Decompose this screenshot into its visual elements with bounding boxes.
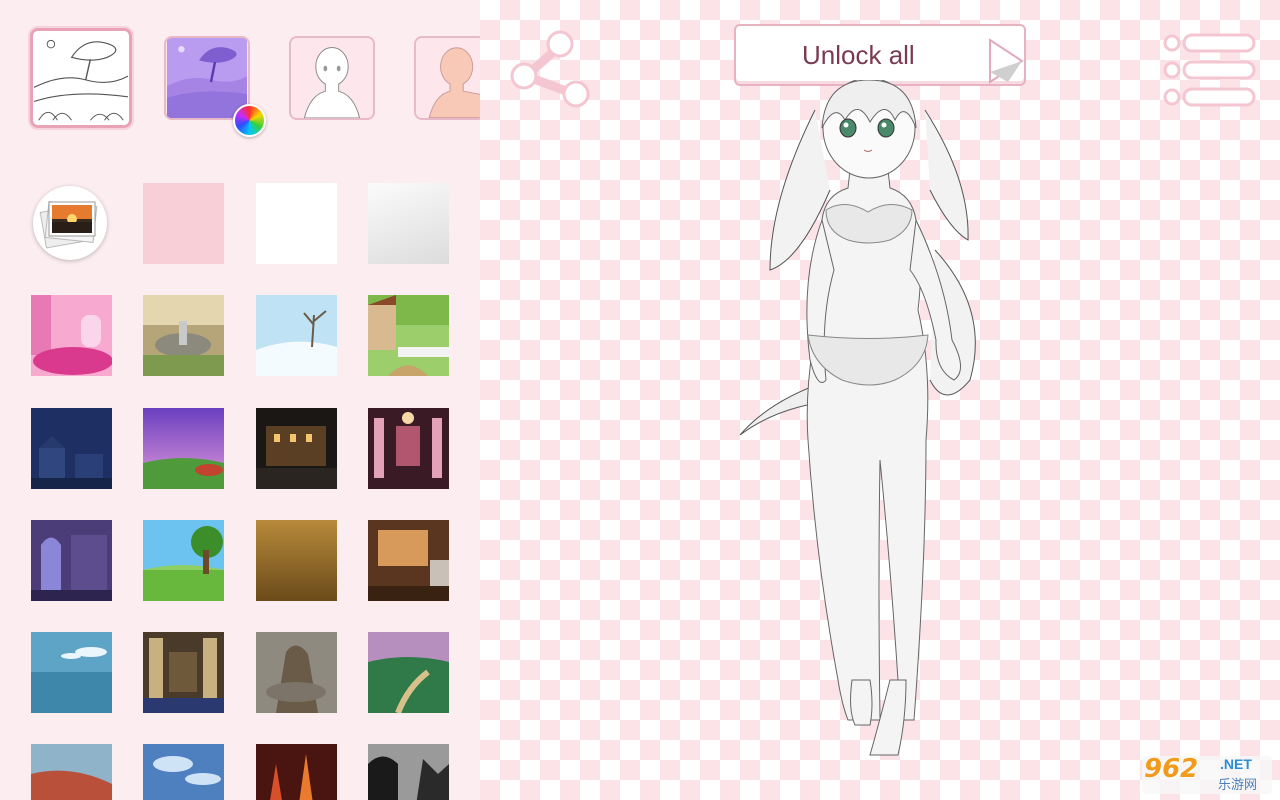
background-tile-stone-ruins[interactable] — [256, 632, 337, 713]
background-tile-blue-sky-clouds[interactable] — [31, 632, 112, 713]
photo-stack-icon — [39, 201, 98, 249]
watermark-subtitle: 乐游网 — [1218, 777, 1258, 792]
body-outline-icon — [291, 38, 373, 118]
background-tile-village-house[interactable] — [368, 295, 449, 376]
background-tile-golden-haze[interactable] — [256, 520, 337, 601]
background-tile-snowy-tree[interactable] — [256, 295, 337, 376]
background-tile-red-flames-field[interactable] — [31, 744, 112, 800]
color-wheel-icon[interactable] — [233, 104, 266, 137]
watermark-net: .NET — [1220, 756, 1252, 772]
background-tile-pink-temple-hall[interactable] — [368, 408, 449, 489]
body-skin-icon — [416, 38, 480, 118]
category-tab-background-lineart[interactable] — [30, 28, 132, 128]
background-tile-valley-river[interactable] — [368, 632, 449, 713]
unlock-all-label: Unlock all — [802, 39, 915, 70]
background-tile-cathedral-interior[interactable] — [31, 520, 112, 601]
character-figure[interactable] — [730, 80, 1000, 770]
landscape-lineart-icon — [33, 31, 129, 125]
share-button[interactable] — [508, 28, 592, 112]
background-tile-white[interactable] — [256, 183, 337, 264]
hamburger-menu-icon — [1163, 33, 1256, 107]
background-tile-green-meadow-tree[interactable] — [143, 520, 224, 601]
background-panel — [0, 0, 480, 800]
background-tile-night-castle[interactable] — [256, 408, 337, 489]
watermark-brand: 962 — [1144, 754, 1199, 784]
unlock-all-button[interactable]: Unlock all — [734, 24, 1026, 86]
background-tile-sunset-room[interactable] — [368, 520, 449, 601]
landscape-color-icon — [167, 38, 247, 118]
background-tile-purple-sky-field[interactable] — [143, 408, 224, 489]
background-tile-grand-hall[interactable] — [143, 632, 224, 713]
share-icon — [510, 30, 590, 108]
background-tile-night-town[interactable] — [31, 408, 112, 489]
category-tab-body-skin[interactable] — [414, 36, 480, 120]
category-tab-body-outline[interactable] — [289, 36, 375, 120]
menu-button[interactable] — [1162, 32, 1258, 108]
background-tile-blue-sky-bridge[interactable] — [143, 744, 224, 800]
category-tab-background-color[interactable] — [164, 36, 250, 120]
play-arrow-icon — [989, 38, 1024, 84]
background-tile-pink[interactable] — [143, 183, 224, 264]
background-tile-fountain-garden[interactable] — [143, 295, 224, 376]
background-tile-pink-bedroom[interactable] — [31, 295, 112, 376]
background-tile-light-gray[interactable] — [368, 183, 449, 264]
photo-gallery-button[interactable] — [33, 186, 107, 260]
background-tile-burning-city[interactable] — [256, 744, 337, 800]
background-tile-dark-forest-silhouette[interactable] — [368, 744, 449, 800]
